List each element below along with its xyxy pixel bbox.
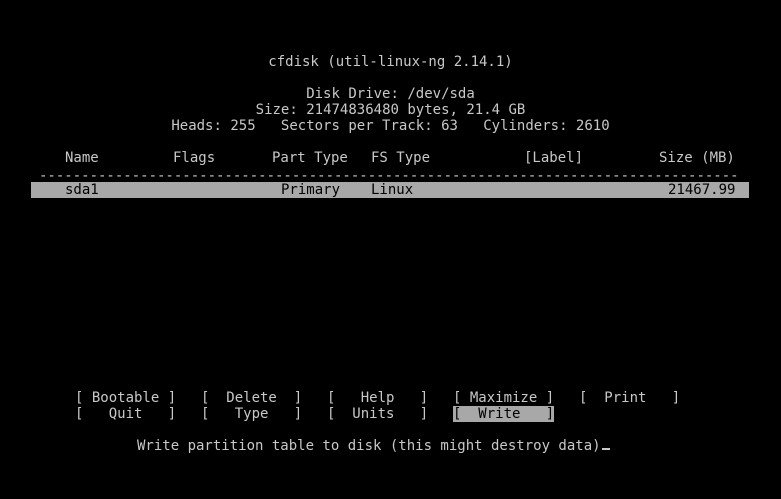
- disk-drive-info: Disk Drive: /dev/sda: [306, 86, 475, 102]
- status-line: Write partition table to disk (this migh…: [137, 438, 610, 454]
- column-header-part-type: Part Type: [272, 150, 348, 166]
- table-row[interactable]: sda1 Primary Linux 21467.99: [31, 182, 749, 198]
- partition-fs-type: Linux: [371, 182, 414, 198]
- status-message: Write partition table to disk (this migh…: [137, 438, 601, 454]
- quit-button[interactable]: [ Quit ]: [75, 406, 176, 422]
- text-cursor-icon: [601, 448, 610, 450]
- app-title: cfdisk (util-linux-ng 2.14.1): [268, 54, 513, 70]
- column-header-name: Name: [65, 150, 99, 166]
- type-button[interactable]: [ Type ]: [201, 406, 302, 422]
- column-header-label: [Label]: [524, 150, 584, 166]
- maximize-button[interactable]: [ Maximize ]: [453, 390, 554, 406]
- bootable-button[interactable]: [ Bootable ]: [75, 390, 176, 406]
- column-header-flags: Flags: [173, 150, 216, 166]
- terminal-screen: cfdisk (util-linux-ng 2.14.1) Disk Drive…: [0, 0, 781, 499]
- write-button[interactable]: [ Write ]: [453, 406, 555, 422]
- column-header-fs-type: FS Type: [371, 150, 431, 166]
- help-button[interactable]: [ Help ]: [327, 390, 428, 406]
- partition-name: sda1: [65, 182, 99, 198]
- partition-part-type: Primary: [281, 182, 341, 198]
- column-header-size: Size (MB): [659, 150, 735, 166]
- disk-geometry-info: Heads: 255 Sectors per Track: 63 Cylinde…: [171, 118, 610, 134]
- units-button[interactable]: [ Units ]: [327, 406, 428, 422]
- disk-size-info: Size: 21474836480 bytes, 21.4 GB: [255, 102, 526, 118]
- partition-size: 21467.99: [668, 182, 736, 198]
- delete-button[interactable]: [ Delete ]: [201, 390, 302, 406]
- print-button[interactable]: [ Print ]: [579, 390, 680, 406]
